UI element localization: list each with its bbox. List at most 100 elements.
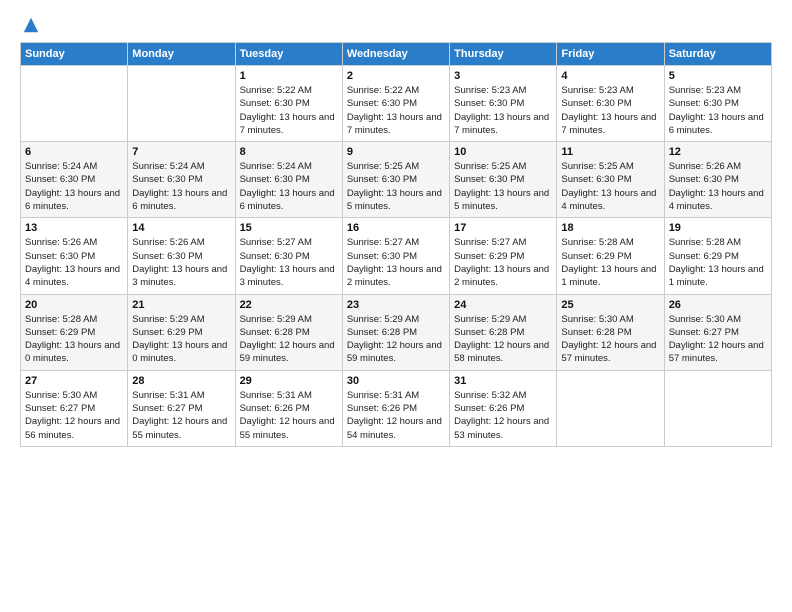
day-number: 25 bbox=[561, 299, 659, 311]
day-info: Sunrise: 5:25 AM Sunset: 6:30 PM Dayligh… bbox=[347, 160, 445, 213]
day-number: 20 bbox=[25, 299, 123, 311]
calendar-cell: 2 Sunrise: 5:22 AM Sunset: 6:30 PM Daylig… bbox=[342, 66, 449, 142]
calendar-cell: 14 Sunrise: 5:26 AM Sunset: 6:30 PM Dayli… bbox=[128, 218, 235, 294]
page-header bbox=[20, 20, 772, 32]
calendar-cell bbox=[664, 370, 771, 446]
calendar-cell: 15 Sunrise: 5:27 AM Sunset: 6:30 PM Dayli… bbox=[235, 218, 342, 294]
day-info: Sunrise: 5:23 AM Sunset: 6:30 PM Dayligh… bbox=[561, 84, 659, 137]
day-info: Sunrise: 5:27 AM Sunset: 6:30 PM Dayligh… bbox=[347, 236, 445, 289]
calendar-cell: 9Sunrise: 5:25 AM Sunset: 6:30 PM Daylig… bbox=[342, 142, 449, 218]
calendar-cell: 4Sunrise: 5:23 AM Sunset: 6:30 PM Daylig… bbox=[557, 66, 664, 142]
calendar-cell: 8 Sunrise: 5:24 AM Sunset: 6:30 PM Daylig… bbox=[235, 142, 342, 218]
day-number: 28 bbox=[132, 375, 230, 387]
day-info: Sunrise: 5:31 AM Sunset: 6:26 PM Dayligh… bbox=[347, 389, 445, 442]
day-info: Sunrise: 5:27 AM Sunset: 6:29 PM Dayligh… bbox=[454, 236, 552, 289]
day-number: 16 bbox=[347, 222, 445, 234]
day-info: Sunrise: 5:30 AM Sunset: 6:27 PM Dayligh… bbox=[669, 313, 767, 366]
weekday-header-thursday: Thursday bbox=[450, 43, 557, 66]
calendar-cell: 21 Sunrise: 5:29 AM Sunset: 6:29 PM Dayli… bbox=[128, 294, 235, 370]
calendar-cell: 28Sunrise: 5:31 AM Sunset: 6:27 PM Dayli… bbox=[128, 370, 235, 446]
day-number: 27 bbox=[25, 375, 123, 387]
day-info: Sunrise: 5:29 AM Sunset: 6:28 PM Dayligh… bbox=[347, 313, 445, 366]
day-info: Sunrise: 5:31 AM Sunset: 6:26 PM Dayligh… bbox=[240, 389, 338, 442]
day-info: Sunrise: 5:29 AM Sunset: 6:29 PM Dayligh… bbox=[132, 313, 230, 366]
day-number: 23 bbox=[347, 299, 445, 311]
day-number: 13 bbox=[25, 222, 123, 234]
weekday-header-monday: Monday bbox=[128, 43, 235, 66]
weekday-header-friday: Friday bbox=[557, 43, 664, 66]
day-info: Sunrise: 5:25 AM Sunset: 6:30 PM Dayligh… bbox=[561, 160, 659, 213]
day-info: Sunrise: 5:30 AM Sunset: 6:28 PM Dayligh… bbox=[561, 313, 659, 366]
calendar-cell: 3Sunrise: 5:23 AM Sunset: 6:30 PM Daylig… bbox=[450, 66, 557, 142]
day-number: 17 bbox=[454, 222, 552, 234]
day-number: 2 bbox=[347, 70, 445, 82]
weekday-header-tuesday: Tuesday bbox=[235, 43, 342, 66]
calendar-cell: 11 Sunrise: 5:25 AM Sunset: 6:30 PM Dayli… bbox=[557, 142, 664, 218]
day-number: 30 bbox=[347, 375, 445, 387]
calendar-cell: 19 Sunrise: 5:28 AM Sunset: 6:29 PM Dayli… bbox=[664, 218, 771, 294]
calendar-cell: 12 Sunrise: 5:26 AM Sunset: 6:30 PM Dayli… bbox=[664, 142, 771, 218]
day-info: Sunrise: 5:27 AM Sunset: 6:30 PM Dayligh… bbox=[240, 236, 338, 289]
day-info: Sunrise: 5:24 AM Sunset: 6:30 PM Dayligh… bbox=[240, 160, 338, 213]
day-info: Sunrise: 5:26 AM Sunset: 6:30 PM Dayligh… bbox=[132, 236, 230, 289]
calendar-cell bbox=[128, 66, 235, 142]
calendar-cell: 18 Sunrise: 5:28 AM Sunset: 6:29 PM Dayli… bbox=[557, 218, 664, 294]
day-number: 21 bbox=[132, 299, 230, 311]
calendar-cell: 27 Sunrise: 5:30 AM Sunset: 6:27 PM Dayli… bbox=[21, 370, 128, 446]
calendar-cell bbox=[21, 66, 128, 142]
day-number: 3 bbox=[454, 70, 552, 82]
day-info: Sunrise: 5:30 AM Sunset: 6:27 PM Dayligh… bbox=[25, 389, 123, 442]
day-info: Sunrise: 5:28 AM Sunset: 6:29 PM Dayligh… bbox=[561, 236, 659, 289]
logo-icon bbox=[22, 16, 40, 34]
weekday-header-row: SundayMondayTuesdayWednesdayThursdayFrid… bbox=[21, 43, 772, 66]
day-number: 29 bbox=[240, 375, 338, 387]
day-info: Sunrise: 5:25 AM Sunset: 6:30 PM Dayligh… bbox=[454, 160, 552, 213]
calendar-week-row: 20 Sunrise: 5:28 AM Sunset: 6:29 PM Dayli… bbox=[21, 294, 772, 370]
day-info: Sunrise: 5:24 AM Sunset: 6:30 PM Dayligh… bbox=[132, 160, 230, 213]
day-number: 12 bbox=[669, 146, 767, 158]
day-info: Sunrise: 5:32 AM Sunset: 6:26 PM Dayligh… bbox=[454, 389, 552, 442]
calendar-week-row: 6Sunrise: 5:24 AM Sunset: 6:30 PM Daylig… bbox=[21, 142, 772, 218]
day-number: 8 bbox=[240, 146, 338, 158]
day-number: 15 bbox=[240, 222, 338, 234]
day-number: 24 bbox=[454, 299, 552, 311]
day-info: Sunrise: 5:22 AM Sunset: 6:30 PM Dayligh… bbox=[347, 84, 445, 137]
day-info: Sunrise: 5:29 AM Sunset: 6:28 PM Dayligh… bbox=[240, 313, 338, 366]
calendar-cell: 26 Sunrise: 5:30 AM Sunset: 6:27 PM Dayli… bbox=[664, 294, 771, 370]
calendar-cell: 10 Sunrise: 5:25 AM Sunset: 6:30 PM Dayli… bbox=[450, 142, 557, 218]
calendar-cell: 17 Sunrise: 5:27 AM Sunset: 6:29 PM Dayli… bbox=[450, 218, 557, 294]
weekday-header-saturday: Saturday bbox=[664, 43, 771, 66]
day-number: 26 bbox=[669, 299, 767, 311]
day-info: Sunrise: 5:28 AM Sunset: 6:29 PM Dayligh… bbox=[669, 236, 767, 289]
day-info: Sunrise: 5:23 AM Sunset: 6:30 PM Dayligh… bbox=[669, 84, 767, 137]
calendar-cell: 16 Sunrise: 5:27 AM Sunset: 6:30 PM Dayli… bbox=[342, 218, 449, 294]
day-info: Sunrise: 5:22 AM Sunset: 6:30 PM Dayligh… bbox=[240, 84, 338, 137]
calendar-cell: 24 Sunrise: 5:29 AM Sunset: 6:28 PM Dayli… bbox=[450, 294, 557, 370]
day-number: 14 bbox=[132, 222, 230, 234]
calendar-cell: 30 Sunrise: 5:31 AM Sunset: 6:26 PM Dayli… bbox=[342, 370, 449, 446]
day-number: 7 bbox=[132, 146, 230, 158]
day-number: 31 bbox=[454, 375, 552, 387]
day-number: 1 bbox=[240, 70, 338, 82]
calendar-week-row: 13 Sunrise: 5:26 AM Sunset: 6:30 PM Dayli… bbox=[21, 218, 772, 294]
calendar-cell: 13Sunrise: 5:26 AM Sunset: 6:30 PM Dayli… bbox=[21, 218, 128, 294]
day-number: 11 bbox=[561, 146, 659, 158]
logo bbox=[20, 20, 40, 32]
day-number: 5 bbox=[669, 70, 767, 82]
day-info: Sunrise: 5:26 AM Sunset: 6:30 PM Dayligh… bbox=[669, 160, 767, 213]
calendar-week-row: 1 Sunrise: 5:22 AM Sunset: 6:30 PM Daylig… bbox=[21, 66, 772, 142]
day-info: Sunrise: 5:29 AM Sunset: 6:28 PM Dayligh… bbox=[454, 313, 552, 366]
calendar-cell: 31 Sunrise: 5:32 AM Sunset: 6:26 PM Dayli… bbox=[450, 370, 557, 446]
calendar-cell: 23 Sunrise: 5:29 AM Sunset: 6:28 PM Dayli… bbox=[342, 294, 449, 370]
calendar-cell: 5 Sunrise: 5:23 AM Sunset: 6:30 PM Daylig… bbox=[664, 66, 771, 142]
day-info: Sunrise: 5:28 AM Sunset: 6:29 PM Dayligh… bbox=[25, 313, 123, 366]
day-number: 19 bbox=[669, 222, 767, 234]
day-number: 22 bbox=[240, 299, 338, 311]
calendar-cell: 20 Sunrise: 5:28 AM Sunset: 6:29 PM Dayli… bbox=[21, 294, 128, 370]
weekday-header-wednesday: Wednesday bbox=[342, 43, 449, 66]
calendar-table: SundayMondayTuesdayWednesdayThursdayFrid… bbox=[20, 42, 772, 447]
day-number: 18 bbox=[561, 222, 659, 234]
weekday-header-sunday: Sunday bbox=[21, 43, 128, 66]
calendar-cell: 6Sunrise: 5:24 AM Sunset: 6:30 PM Daylig… bbox=[21, 142, 128, 218]
day-number: 10 bbox=[454, 146, 552, 158]
